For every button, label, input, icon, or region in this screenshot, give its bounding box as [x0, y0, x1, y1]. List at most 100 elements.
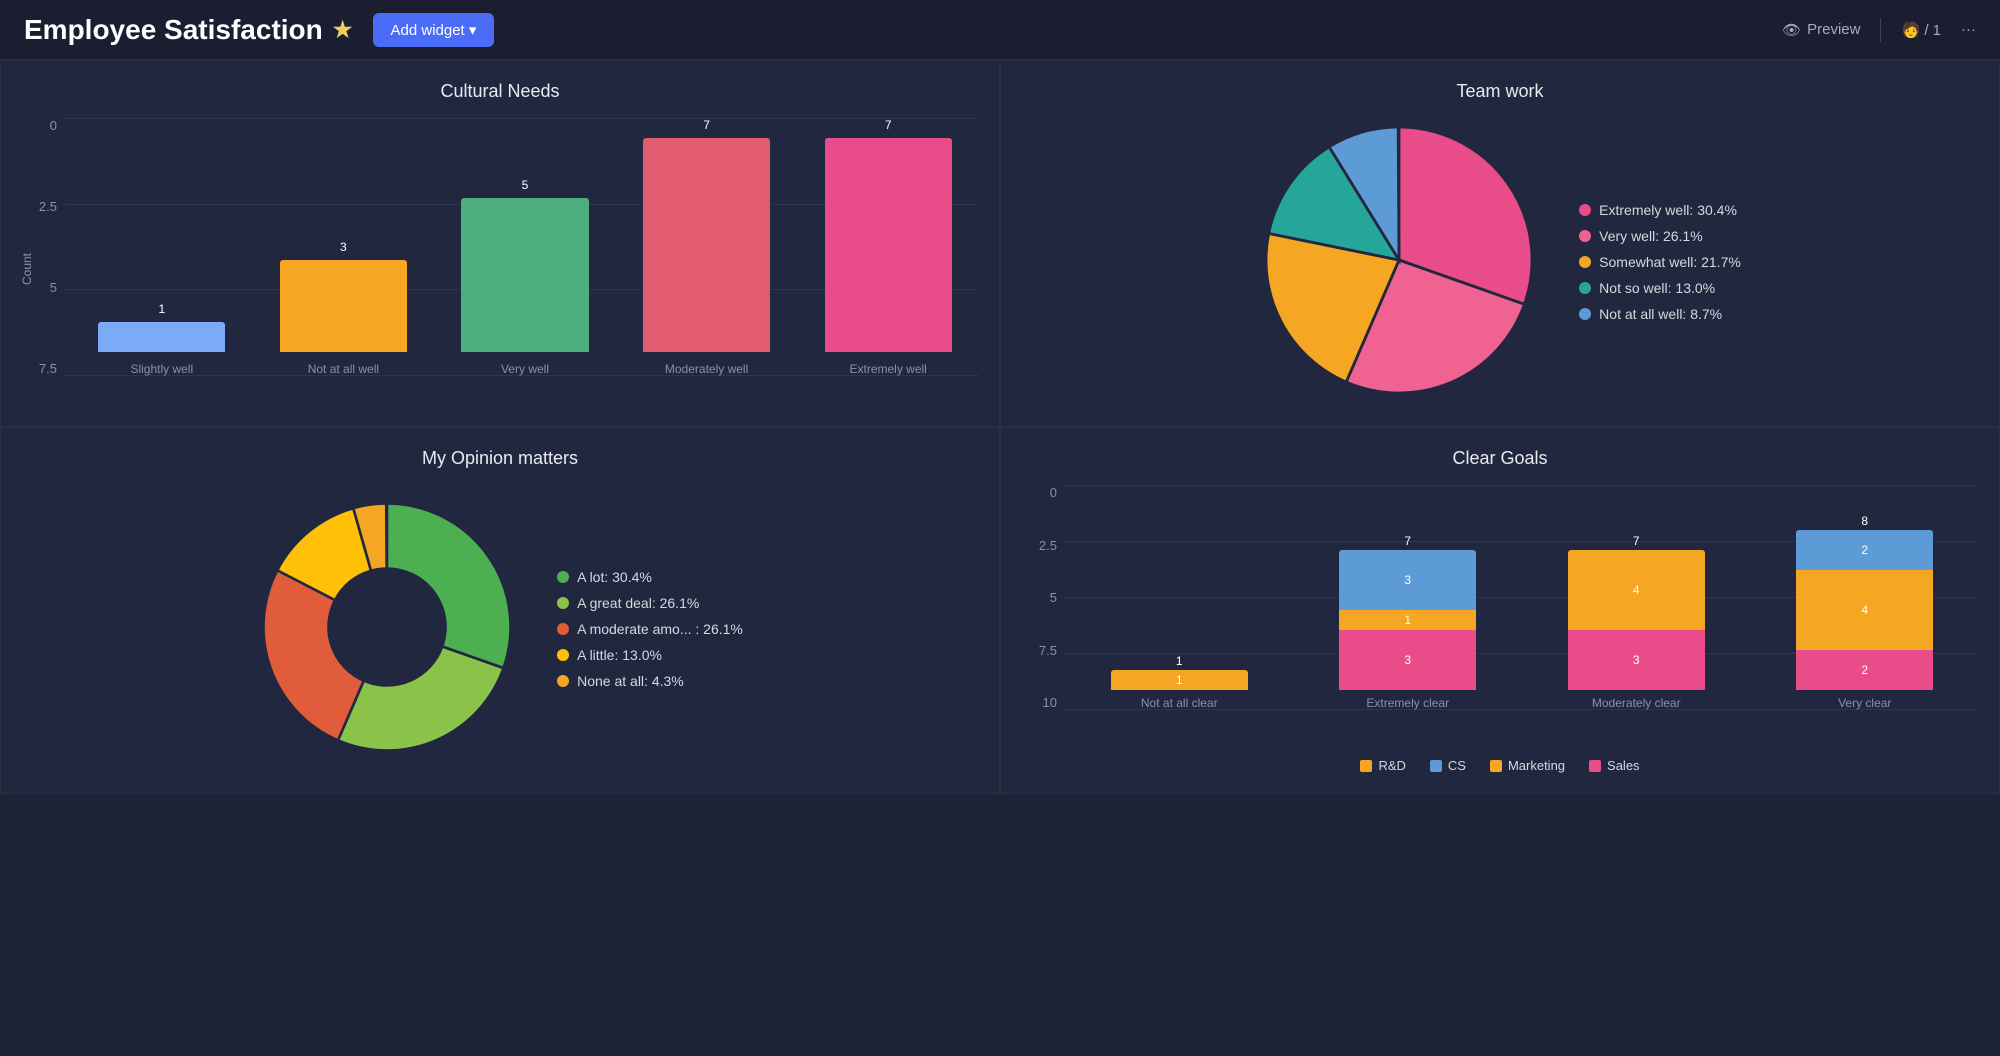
clear-goals-title: Clear Goals [1021, 448, 1979, 469]
legend-item: A lot: 30.4% [557, 569, 743, 585]
pie-svg [1259, 120, 1539, 400]
bar [643, 138, 770, 352]
clear-goals-panel: Clear Goals 10 7.5 5 2.5 0 [1000, 427, 2000, 794]
my-opinion-legend: A lot: 30.4% A great deal: 26.1% A moderat… [557, 569, 743, 689]
stacked-bar-group: 7 313 Extremely clear [1294, 534, 1523, 710]
app-shell: Employee Satisfaction ★ Add widget ▾ 👁 P… [0, 0, 2000, 794]
chart-legend-item: Marketing [1490, 758, 1565, 773]
bar-group: 3 Not at all well [253, 240, 435, 376]
more-button[interactable]: ··· [1961, 21, 1976, 38]
stacked-bar-group: 1 1 Not at all clear [1065, 654, 1294, 710]
y-axis-label: Count [20, 253, 34, 285]
legend-label: Extremely well: 30.4% [1599, 202, 1737, 218]
bar-label: Not at all clear [1141, 696, 1218, 710]
legend-item: A little: 13.0% [557, 647, 743, 663]
chart-legend-item: R&D [1360, 758, 1405, 773]
stacked-segment: 1 [1339, 610, 1476, 630]
legend-label: Marketing [1508, 758, 1565, 773]
donut-svg [257, 497, 517, 757]
stacked-bar: 313 [1339, 550, 1476, 690]
stacked-bar: 242 [1796, 530, 1933, 690]
legend-dot [1579, 256, 1591, 268]
bar-value: 7 [885, 118, 892, 132]
preview-button[interactable]: 👁 Preview [1782, 21, 1860, 39]
legend-label: Not at all well: 8.7% [1599, 306, 1722, 322]
legend-item: Very well: 26.1% [1579, 228, 1741, 244]
legend-dot [1579, 204, 1591, 216]
clear-goals-chart: 10 7.5 5 2.5 0 1 1 [1021, 485, 1979, 773]
legend-square [1490, 760, 1502, 772]
eye-icon: 👁 [1782, 21, 1801, 39]
my-opinion-panel: My Opinion matters A lot: 30.4% A great d… [0, 427, 1000, 794]
legend-label: Not so well: 13.0% [1599, 280, 1715, 296]
bar-label: Extremely clear [1366, 696, 1449, 710]
my-opinion-title: My Opinion matters [21, 448, 979, 469]
legend-label: None at all: 4.3% [577, 673, 684, 689]
dashboard-grid: Cultural Needs 7.5 5 2.5 0 Count [0, 60, 2000, 794]
clear-goals-legend: R&D CS Marketing Sales [1021, 758, 1979, 773]
legend-label: R&D [1378, 758, 1405, 773]
cultural-needs-panel: Cultural Needs 7.5 5 2.5 0 Count [0, 60, 1000, 427]
preview-label: Preview [1807, 21, 1860, 38]
legend-label: Sales [1607, 758, 1640, 773]
legend-dot [557, 623, 569, 635]
bar-group: 5 Very well [434, 178, 616, 376]
legend-label: Very well: 26.1% [1599, 228, 1703, 244]
bar-label: Not at all well [308, 362, 379, 376]
legend-label: A little: 13.0% [577, 647, 662, 663]
chart-legend-item: Sales [1589, 758, 1640, 773]
bar-value: 3 [340, 240, 347, 254]
stacked-segment: 2 [1796, 530, 1933, 570]
legend-dot [1579, 230, 1591, 242]
stacked-segment: 3 [1339, 630, 1476, 690]
page-title: Employee Satisfaction ★ [24, 14, 353, 46]
bar-label: Extremely well [849, 362, 926, 376]
bars-container: 1 Slightly well 3 Not at all well 5 Very… [71, 118, 979, 406]
stacked-bars-container: 1 1 Not at all clear 7 313 Extremely cle… [1021, 485, 1979, 750]
legend-dot [557, 675, 569, 687]
donut-chart [257, 497, 517, 762]
stacked-total: 7 [1633, 534, 1640, 548]
cultural-needs-title: Cultural Needs [21, 81, 979, 102]
users-label[interactable]: 🧑 / 1 [1901, 21, 1941, 39]
stacked-segment: 3 [1339, 550, 1476, 610]
bar-label: Moderately clear [1592, 696, 1681, 710]
legend-item: A moderate amo... : 26.1% [557, 621, 743, 637]
header: Employee Satisfaction ★ Add widget ▾ 👁 P… [0, 0, 2000, 60]
legend-dot [557, 649, 569, 661]
bar-group: 1 Slightly well [71, 302, 253, 376]
bar-label: Very clear [1838, 696, 1891, 710]
stacked-chart-inner: 10 7.5 5 2.5 0 1 1 [1021, 485, 1979, 750]
stacked-total: 1 [1176, 654, 1183, 668]
bar-label: Moderately well [665, 362, 748, 376]
bar-label: Very well [501, 362, 549, 376]
legend-dot [557, 597, 569, 609]
team-work-legend: Extremely well: 30.4% Very well: 26.1% Som… [1579, 202, 1741, 322]
legend-item: Extremely well: 30.4% [1579, 202, 1741, 218]
legend-square [1589, 760, 1601, 772]
chart-legend-item: CS [1430, 758, 1466, 773]
bar-value: 7 [703, 118, 710, 132]
add-widget-button[interactable]: Add widget ▾ [373, 13, 495, 47]
legend-dot [557, 571, 569, 583]
bar [280, 260, 407, 352]
bar-chart-inner: 7.5 5 2.5 0 Count 1 Slightly well 3 [21, 118, 979, 406]
title-text: Employee Satisfaction [24, 14, 323, 46]
stacked-bar: 34 [1568, 550, 1705, 690]
stacked-segment: 1 [1111, 670, 1248, 690]
bar [825, 138, 952, 352]
stacked-bar-group: 8 242 Very clear [1751, 514, 1980, 710]
stacked-segment: 4 [1796, 570, 1933, 650]
star-icon[interactable]: ★ [333, 17, 353, 43]
bar-group: 7 Moderately well [616, 118, 798, 376]
legend-square [1360, 760, 1372, 772]
legend-label: A moderate amo... : 26.1% [577, 621, 743, 637]
legend-label: A great deal: 26.1% [577, 595, 699, 611]
y-axis: 7.5 5 2.5 0 [21, 118, 65, 376]
cultural-needs-chart: 7.5 5 2.5 0 Count 1 Slightly well 3 [21, 118, 979, 406]
legend-item: Not so well: 13.0% [1579, 280, 1741, 296]
team-work-panel: Team work Extremely well: 30.4%Very well… [1000, 60, 2000, 427]
stacked-total: 8 [1861, 514, 1868, 528]
legend-label: Somewhat well: 21.7% [1599, 254, 1741, 270]
bar-value: 5 [522, 178, 529, 192]
